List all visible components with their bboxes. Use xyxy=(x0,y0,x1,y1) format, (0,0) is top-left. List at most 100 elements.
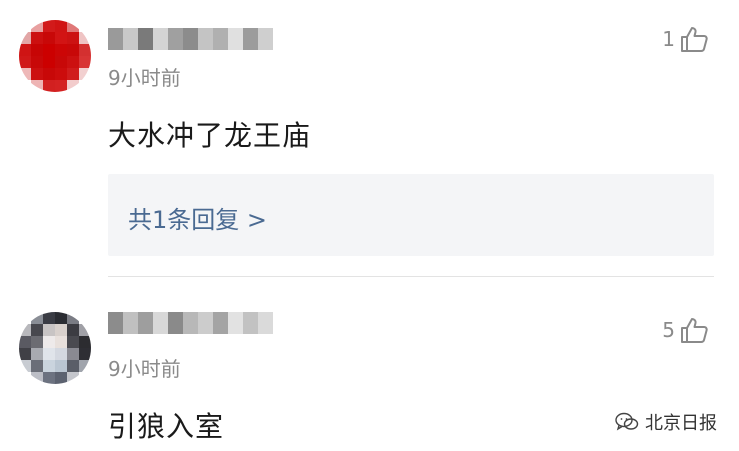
avatar-mosaic-cell xyxy=(67,32,79,44)
username-mosaic-cell xyxy=(258,312,273,334)
avatar-mosaic-cell xyxy=(55,372,67,384)
avatar-mosaic-cell xyxy=(79,56,91,68)
avatar-mosaic-cell xyxy=(19,44,31,56)
watermark: 北京日报 xyxy=(615,409,717,435)
avatar-mosaic-cell xyxy=(67,44,79,56)
avatar-mosaic-cell xyxy=(67,348,79,360)
divider xyxy=(108,276,714,277)
avatar-mosaic-cell xyxy=(55,312,67,324)
avatar-mosaic-cell xyxy=(31,348,43,360)
avatar-mosaic-cell xyxy=(19,80,31,92)
avatar-mosaic-cell xyxy=(43,312,55,324)
avatar-mosaic-cell xyxy=(79,372,91,384)
username-mosaic-cell xyxy=(228,312,243,334)
avatar-mosaic-cell xyxy=(55,44,67,56)
username-mosaic-cell xyxy=(213,312,228,334)
avatar-mosaic-cell xyxy=(67,80,79,92)
username-mosaic-cell xyxy=(138,28,153,50)
avatar-mosaic-cell xyxy=(19,324,31,336)
view-replies-link[interactable]: 共1条回复 > xyxy=(128,200,267,235)
avatar-mosaic-cell xyxy=(79,312,91,324)
avatar-mosaic-cell xyxy=(31,312,43,324)
username-mosaic-cell xyxy=(123,312,138,334)
username-blurred[interactable] xyxy=(108,28,273,50)
avatar-mosaic-cell xyxy=(79,360,91,372)
like-count: 1 xyxy=(662,27,675,51)
avatar-mosaic-cell xyxy=(55,32,67,44)
avatar-mosaic-cell xyxy=(55,360,67,372)
avatar-mosaic-cell xyxy=(19,68,31,80)
username-mosaic-cell xyxy=(243,312,258,334)
avatar-mosaic-cell xyxy=(79,68,91,80)
like-button[interactable]: 5 xyxy=(662,315,709,345)
username-mosaic-cell xyxy=(108,28,123,50)
avatar-mosaic-cell xyxy=(79,20,91,32)
avatar-mosaic-cell xyxy=(79,80,91,92)
username-blurred[interactable] xyxy=(108,312,273,334)
avatar[interactable] xyxy=(19,312,91,384)
avatar-mosaic-cell xyxy=(31,372,43,384)
like-count: 5 xyxy=(662,318,675,342)
avatar-mosaic-cell xyxy=(55,336,67,348)
avatar-mosaic-cell xyxy=(79,32,91,44)
avatar-mosaic-cell xyxy=(19,348,31,360)
avatar-mosaic-cell xyxy=(79,336,91,348)
avatar-mosaic-cell xyxy=(31,32,43,44)
avatar-mosaic-cell xyxy=(43,80,55,92)
username-mosaic-cell xyxy=(198,28,213,50)
comment-text: 大水冲了龙王庙 xyxy=(108,119,312,152)
avatar-mosaic-cell xyxy=(55,80,67,92)
username-mosaic-cell xyxy=(243,28,258,50)
avatar-mosaic-cell xyxy=(79,324,91,336)
avatar-mosaic-cell xyxy=(43,360,55,372)
avatar-mosaic-cell xyxy=(67,324,79,336)
username-mosaic-cell xyxy=(183,312,198,334)
avatar-mosaic-cell xyxy=(31,20,43,32)
avatar-mosaic-cell xyxy=(31,336,43,348)
wechat-icon xyxy=(615,412,639,431)
username-mosaic-cell xyxy=(198,312,213,334)
username-mosaic-cell xyxy=(108,312,123,334)
avatar-mosaic-cell xyxy=(43,20,55,32)
avatar-mosaic-cell xyxy=(31,44,43,56)
avatar-mosaic-cell xyxy=(67,20,79,32)
avatar-mosaic-cell xyxy=(79,44,91,56)
comment-time: 9小时前 xyxy=(108,66,181,90)
avatar-mosaic-cell xyxy=(67,372,79,384)
comment-text: 引狼入室 xyxy=(108,410,225,443)
avatar-mosaic-cell xyxy=(67,360,79,372)
avatar-mosaic-cell xyxy=(19,20,31,32)
avatar-mosaic-cell xyxy=(55,348,67,360)
avatar-mosaic-cell xyxy=(19,336,31,348)
username-mosaic-cell xyxy=(168,28,183,50)
avatar-mosaic-cell xyxy=(19,360,31,372)
avatar-mosaic-cell xyxy=(43,56,55,68)
like-button[interactable]: 1 xyxy=(662,24,709,54)
username-mosaic-cell xyxy=(183,28,198,50)
thumbs-up-icon xyxy=(681,318,708,343)
avatar-mosaic-cell xyxy=(31,360,43,372)
avatar-mosaic-cell xyxy=(79,348,91,360)
comment-time: 9小时前 xyxy=(108,357,181,381)
comment-item: 9小时前 1 大水冲了龙王庙 共1条回复 > xyxy=(0,0,739,290)
avatar-mosaic-cell xyxy=(43,336,55,348)
avatar-mosaic-cell xyxy=(55,56,67,68)
avatar-mosaic-cell xyxy=(55,20,67,32)
username-mosaic-cell xyxy=(168,312,183,334)
reply-box[interactable]: 共1条回复 > xyxy=(108,174,714,256)
avatar[interactable] xyxy=(19,20,91,92)
avatar-mosaic-cell xyxy=(19,32,31,44)
username-mosaic-cell xyxy=(138,312,153,334)
watermark-label: 北京日报 xyxy=(645,413,717,434)
avatar-mosaic-cell xyxy=(31,80,43,92)
avatar-mosaic-cell xyxy=(19,372,31,384)
avatar-mosaic-cell xyxy=(67,68,79,80)
avatar-mosaic-cell xyxy=(43,44,55,56)
username-mosaic-cell xyxy=(153,28,168,50)
username-mosaic-cell xyxy=(153,312,168,334)
avatar-mosaic-cell xyxy=(67,312,79,324)
avatar-mosaic-cell xyxy=(43,68,55,80)
avatar-mosaic-cell xyxy=(43,372,55,384)
avatar-mosaic-cell xyxy=(19,56,31,68)
username-mosaic-cell xyxy=(123,28,138,50)
